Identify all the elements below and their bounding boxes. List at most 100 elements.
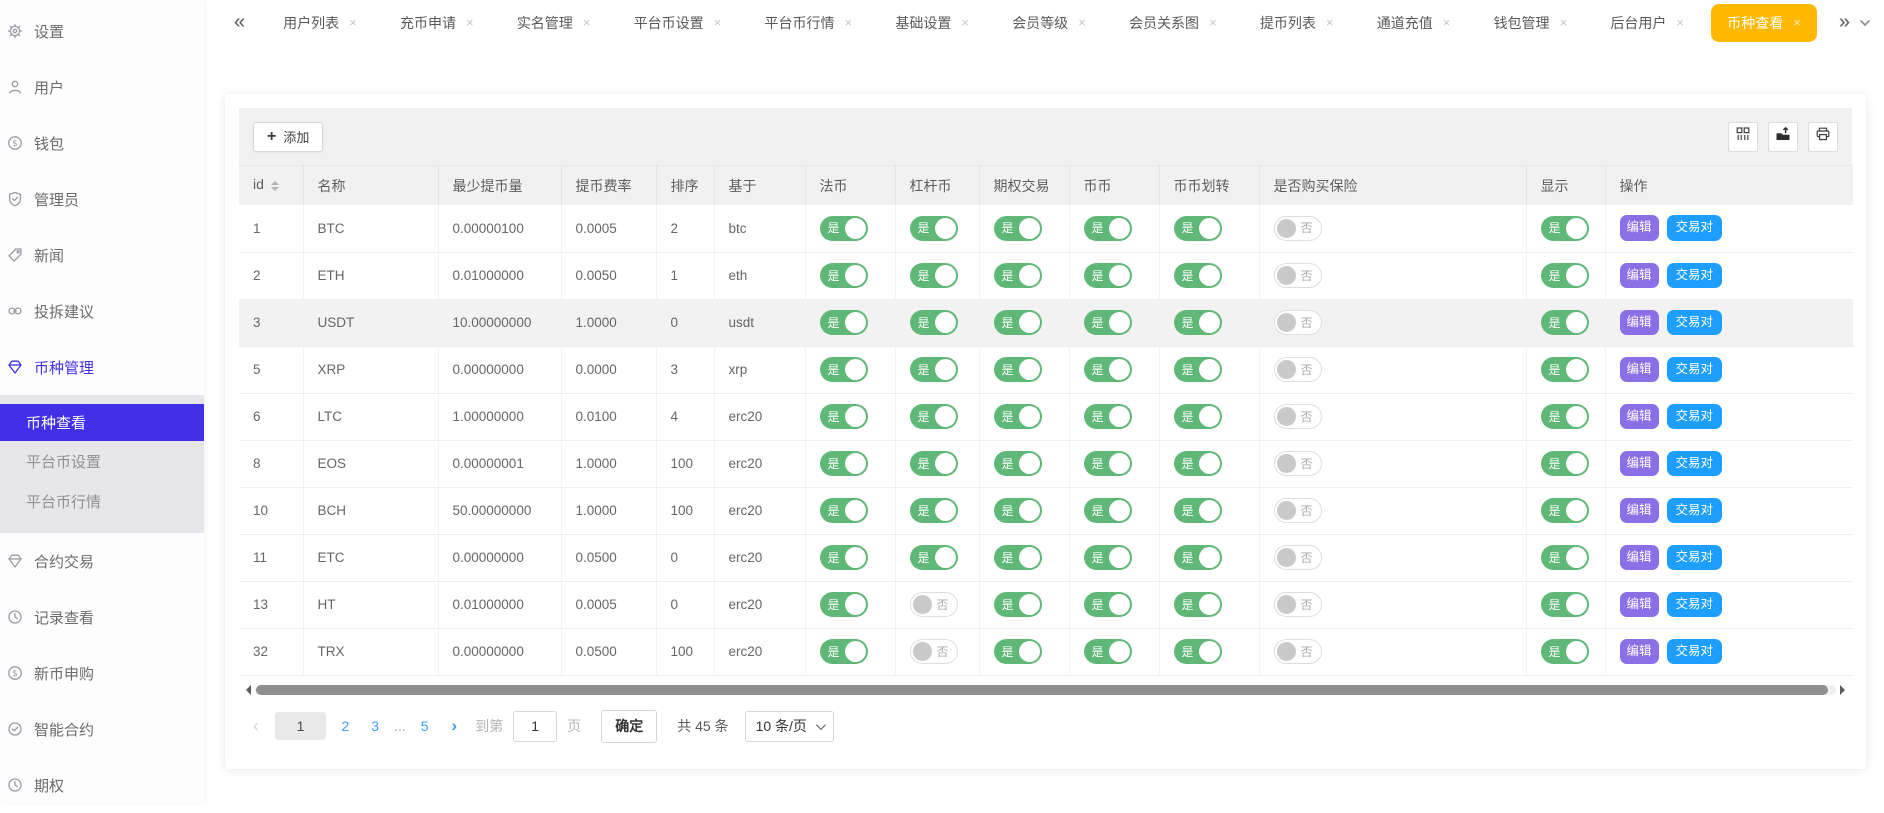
tab-钱包管理[interactable]: 钱包管理× (1478, 4, 1584, 42)
toggle-option_trade-on[interactable]: 是 (994, 451, 1042, 476)
toggle-visible-on[interactable]: 是 (1541, 216, 1589, 241)
toggle-option_trade-on[interactable]: 是 (994, 498, 1042, 523)
column-header-base[interactable]: 基于 (714, 166, 805, 205)
tab-提币列表[interactable]: 提币列表× (1244, 4, 1350, 42)
edit-button[interactable]: 编辑 (1620, 498, 1659, 524)
toggle-insurance-off[interactable]: 否 (1274, 404, 1322, 429)
toggle-spot-on[interactable]: 是 (1084, 263, 1132, 288)
column-header-ops[interactable]: 操作 (1605, 166, 1853, 205)
toggle-spot-on[interactable]: 是 (1084, 451, 1132, 476)
toggle-insurance-off[interactable]: 否 (1274, 451, 1322, 476)
toggle-fiat-on[interactable]: 是 (820, 498, 868, 523)
toggle-visible-on[interactable]: 是 (1541, 498, 1589, 523)
toggle-fiat-on[interactable]: 是 (820, 545, 868, 570)
sidebar-item-智能合约[interactable]: 智能合约 (0, 701, 204, 757)
toggle-option_trade-on[interactable]: 是 (994, 263, 1042, 288)
sidebar-item-期权[interactable]: 期权 (0, 757, 204, 813)
scroll-left-arrow-icon[interactable] (241, 685, 251, 695)
sidebar-item-新币申购[interactable]: $新币申购 (0, 645, 204, 701)
toggle-leverage-on[interactable]: 是 (910, 451, 958, 476)
tabs-scroll-right-icon[interactable]: » (1833, 11, 1856, 34)
toggle-insurance-off[interactable]: 否 (1274, 310, 1322, 335)
toggle-fiat-on[interactable]: 是 (820, 216, 868, 241)
toggle-transfer-on[interactable]: 是 (1174, 451, 1222, 476)
column-header-sort[interactable]: 排序 (656, 166, 714, 205)
page-next-icon[interactable]: › (440, 716, 470, 736)
tab-close-icon[interactable]: × (1326, 16, 1334, 29)
toggle-fiat-on[interactable]: 是 (820, 263, 868, 288)
toggle-spot-on[interactable]: 是 (1084, 545, 1132, 570)
sidebar-item-合约交易[interactable]: 合约交易 (0, 533, 204, 589)
sidebar-item-设置[interactable]: 设置 (0, 3, 204, 59)
trade-pair-button[interactable]: 交易对 (1667, 404, 1723, 430)
column-header-id[interactable]: id (239, 166, 303, 205)
tab-close-icon[interactable]: × (1793, 16, 1801, 29)
toggle-fiat-on[interactable]: 是 (820, 451, 868, 476)
tab-close-icon[interactable]: × (1078, 16, 1086, 29)
toggle-spot-on[interactable]: 是 (1084, 639, 1132, 664)
toggle-spot-on[interactable]: 是 (1084, 357, 1132, 382)
toggle-visible-on[interactable]: 是 (1541, 263, 1589, 288)
tab-平台币设置[interactable]: 平台币设置× (618, 4, 738, 42)
toggle-visible-on[interactable]: 是 (1541, 592, 1589, 617)
tab-close-icon[interactable]: × (1560, 16, 1568, 29)
tab-close-icon[interactable]: × (961, 16, 969, 29)
add-button[interactable]: + 添加 (253, 122, 323, 152)
toggle-leverage-off[interactable]: 否 (910, 639, 958, 664)
sidebar-subitem-币种查看[interactable]: 币种查看 (0, 404, 204, 441)
tab-close-icon[interactable]: × (466, 16, 474, 29)
edit-button[interactable]: 编辑 (1620, 215, 1659, 241)
print-button[interactable] (1808, 122, 1838, 152)
edit-button[interactable]: 编辑 (1620, 263, 1659, 289)
trade-pair-button[interactable]: 交易对 (1667, 592, 1723, 618)
toggle-fiat-on[interactable]: 是 (820, 592, 868, 617)
toggle-insurance-off[interactable]: 否 (1274, 357, 1322, 382)
toggle-insurance-off[interactable]: 否 (1274, 592, 1322, 617)
toggle-insurance-off[interactable]: 否 (1274, 545, 1322, 570)
column-header-fiat[interactable]: 法币 (805, 166, 895, 205)
horizontal-scrollbar[interactable] (239, 684, 1852, 696)
trade-pair-button[interactable]: 交易对 (1667, 545, 1723, 571)
trade-pair-button[interactable]: 交易对 (1667, 215, 1723, 241)
toggle-option_trade-on[interactable]: 是 (994, 357, 1042, 382)
column-header-transfer[interactable]: 币币划转 (1159, 166, 1259, 205)
page-number-5[interactable]: 5 (410, 712, 440, 740)
tab-平台币行情[interactable]: 平台币行情× (749, 4, 869, 42)
export-button[interactable] (1768, 122, 1798, 152)
column-header-fee_rate[interactable]: 提币费率 (561, 166, 656, 205)
toggle-spot-on[interactable]: 是 (1084, 404, 1132, 429)
toggle-spot-on[interactable]: 是 (1084, 592, 1132, 617)
scrollbar-thumb[interactable] (256, 685, 1828, 695)
toggle-leverage-on[interactable]: 是 (910, 357, 958, 382)
toggle-leverage-on[interactable]: 是 (910, 310, 958, 335)
edit-button[interactable]: 编辑 (1620, 451, 1659, 477)
toggle-leverage-on[interactable]: 是 (910, 404, 958, 429)
toggle-transfer-on[interactable]: 是 (1174, 216, 1222, 241)
tab-通道充值[interactable]: 通道充值× (1361, 4, 1467, 42)
sidebar-item-记录查看[interactable]: 记录查看 (0, 589, 204, 645)
toggle-option_trade-on[interactable]: 是 (994, 216, 1042, 241)
toggle-option_trade-on[interactable]: 是 (994, 639, 1042, 664)
tab-close-icon[interactable]: × (714, 16, 722, 29)
page-number-2[interactable]: 2 (330, 712, 360, 740)
toggle-option_trade-on[interactable]: 是 (994, 592, 1042, 617)
sidebar-item-币种管理[interactable]: 币种管理 (0, 339, 204, 395)
edit-button[interactable]: 编辑 (1620, 357, 1659, 383)
column-header-leverage[interactable]: 杠杆币 (895, 166, 979, 205)
sort-icon[interactable] (271, 177, 279, 195)
toggle-fiat-on[interactable]: 是 (820, 404, 868, 429)
tab-会员关系图[interactable]: 会员关系图× (1113, 4, 1233, 42)
tab-close-icon[interactable]: × (845, 16, 853, 29)
tab-后台用户[interactable]: 后台用户× (1594, 4, 1700, 42)
column-header-insurance[interactable]: 是否购买保险 (1259, 166, 1526, 205)
edit-button[interactable]: 编辑 (1620, 404, 1659, 430)
toggle-transfer-on[interactable]: 是 (1174, 310, 1222, 335)
toggle-insurance-off[interactable]: 否 (1274, 216, 1322, 241)
column-header-name[interactable]: 名称 (303, 166, 438, 205)
column-header-spot[interactable]: 币币 (1069, 166, 1159, 205)
tab-close-icon[interactable]: × (1443, 16, 1451, 29)
trade-pair-button[interactable]: 交易对 (1667, 263, 1723, 289)
tab-币种查看[interactable]: 币种查看× (1711, 4, 1817, 42)
toggle-transfer-on[interactable]: 是 (1174, 498, 1222, 523)
tabbar-dropdown-icon[interactable] (1856, 16, 1874, 30)
